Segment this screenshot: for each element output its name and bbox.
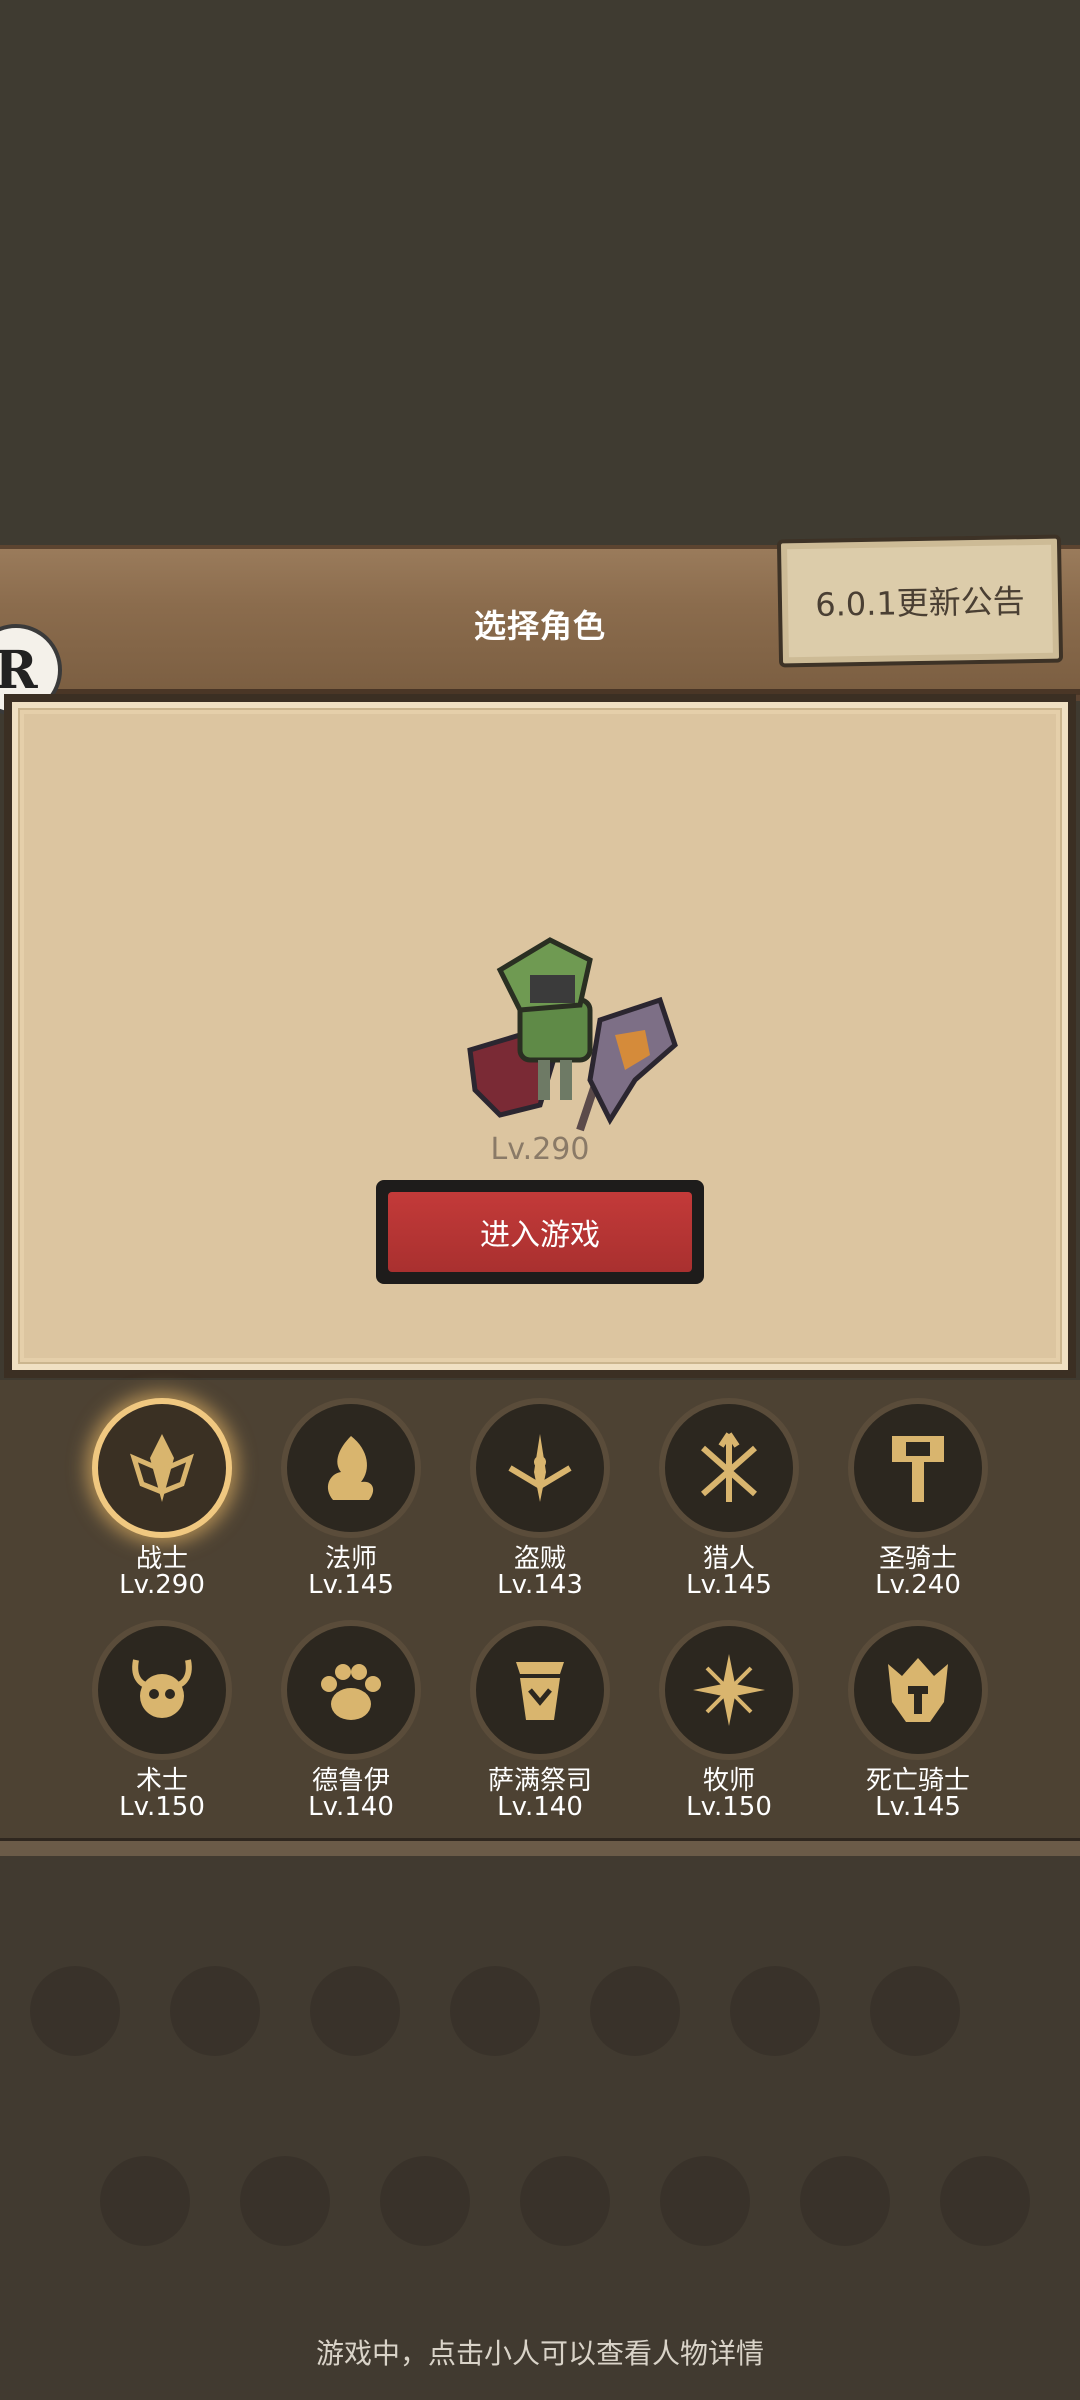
class-level: Lv.145: [308, 1570, 394, 1600]
faded-class-icon: [940, 2156, 1030, 2246]
class-level: Lv.150: [119, 1792, 205, 1822]
class-warrior[interactable]: 战士 Lv.290: [77, 1398, 247, 1608]
class-level: Lv.240: [875, 1570, 961, 1600]
class-shaman[interactable]: 萨满祭司 Lv.140: [455, 1620, 625, 1830]
class-druid[interactable]: 德鲁伊 Lv.140: [266, 1620, 436, 1830]
flame-icon: [281, 1398, 421, 1538]
class-death-knight[interactable]: 死亡骑士 Lv.145: [833, 1620, 1003, 1830]
daggers-icon: [470, 1398, 610, 1538]
class-level: Lv.143: [497, 1570, 583, 1600]
class-rogue[interactable]: 盗贼 Lv.143: [455, 1398, 625, 1608]
paw-icon: [281, 1620, 421, 1760]
faded-class-icon: [730, 1966, 820, 2056]
character-level: Lv.290: [490, 1132, 590, 1167]
axe-icon: [576, 996, 678, 1132]
update-notice-button[interactable]: 6.0.1更新公告: [776, 534, 1064, 668]
class-level: Lv.150: [686, 1792, 772, 1822]
death-helm-icon: [848, 1620, 988, 1760]
enter-game-label: 进入游戏: [388, 1192, 692, 1272]
class-level: Lv.140: [308, 1792, 394, 1822]
star-burst-icon: [659, 1620, 799, 1760]
class-level: Lv.145: [686, 1570, 772, 1600]
warrior-character-sprite[interactable]: [460, 930, 680, 1140]
faded-class-icon: [450, 1966, 540, 2056]
class-level: Lv.140: [497, 1792, 583, 1822]
decorative-background: [0, 1856, 1080, 2400]
faded-class-icon: [660, 2156, 750, 2246]
sword-shield-icon: [92, 1398, 232, 1538]
class-level: Lv.290: [119, 1570, 205, 1600]
footer-hint: 游戏中，点击小人可以查看人物详情: [315, 2337, 764, 2370]
class-warlock[interactable]: 术士 Lv.150: [77, 1620, 247, 1830]
arrows-icon: [659, 1398, 799, 1538]
top-empty-area: [0, 0, 1080, 545]
faded-class-icon: [240, 2156, 330, 2246]
update-notice-label: 6.0.1更新公告: [815, 582, 1026, 624]
faded-class-icon: [30, 1966, 120, 2056]
faded-class-icon: [170, 1966, 260, 2056]
faded-class-icon: [800, 2156, 890, 2246]
enter-game-button[interactable]: 进入游戏: [376, 1180, 704, 1284]
skull-horns-icon: [92, 1620, 232, 1760]
faded-class-icon: [380, 2156, 470, 2246]
class-hunter[interactable]: 猎人 Lv.145: [644, 1398, 814, 1608]
class-mage[interactable]: 法师 Lv.145: [266, 1398, 436, 1608]
faded-class-icon: [520, 2156, 610, 2246]
totem-icon: [470, 1620, 610, 1760]
faded-class-icon: [590, 1966, 680, 2056]
faded-class-icon: [100, 2156, 190, 2246]
class-paladin[interactable]: 圣骑士 Lv.240: [833, 1398, 1003, 1608]
hammer-icon: [848, 1398, 988, 1538]
class-priest[interactable]: 牧师 Lv.150: [644, 1620, 814, 1830]
class-level: Lv.145: [875, 1792, 961, 1822]
faded-class-icon: [870, 1966, 960, 2056]
faded-class-icon: [310, 1966, 400, 2056]
